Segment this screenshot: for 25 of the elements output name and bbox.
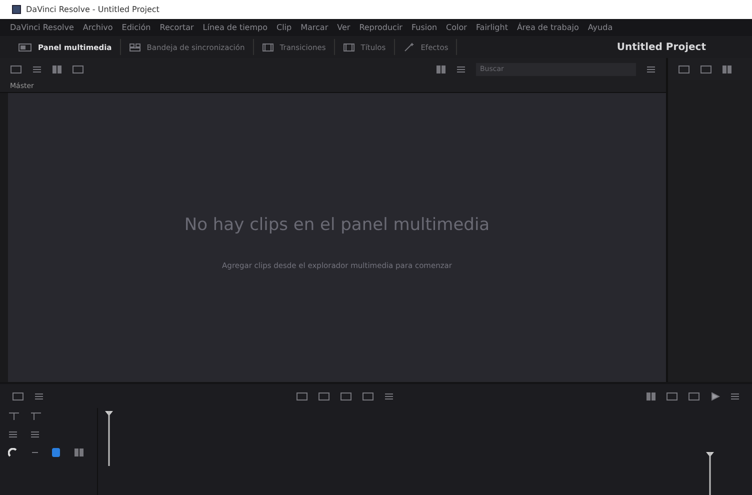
menu-item[interactable]: Recortar	[160, 23, 194, 32]
menu-item[interactable]: DaVinci Resolve	[10, 23, 74, 32]
menu-item[interactable]: Archivo	[82, 23, 113, 32]
menu-item[interactable]: Fairlight	[476, 23, 508, 32]
menu-item[interactable]: Clip	[276, 23, 292, 32]
menu-item[interactable]: Color	[446, 23, 467, 32]
film-icon	[342, 42, 355, 52]
project-title: Untitled Project	[616, 42, 706, 52]
app-icon	[12, 5, 21, 14]
menu-item[interactable]: Reproducir	[359, 23, 402, 32]
empty-state-title: No hay clips en el panel multimedia	[184, 215, 490, 235]
menu-item[interactable]: Línea de tiempo	[202, 23, 268, 32]
menu-item[interactable]: Fusion	[411, 23, 438, 32]
menu-item[interactable]: Área de trabajo	[516, 23, 579, 32]
film-icon	[262, 42, 274, 52]
window-title: DaVinci Resolve - Untitled Project	[26, 5, 160, 14]
menu-item[interactable]: Marcar	[300, 23, 328, 32]
menu-item[interactable]: Ver	[337, 23, 350, 32]
play-icon[interactable]	[710, 392, 720, 400]
playhead-icon[interactable]	[706, 452, 714, 495]
list-view-icon[interactable]	[456, 64, 466, 74]
playhead-icon[interactable]	[105, 411, 113, 466]
magic-wand-icon	[402, 42, 415, 52]
menu-item[interactable]: Ayuda	[588, 23, 613, 32]
menu-item[interactable]: Edición	[122, 23, 151, 32]
